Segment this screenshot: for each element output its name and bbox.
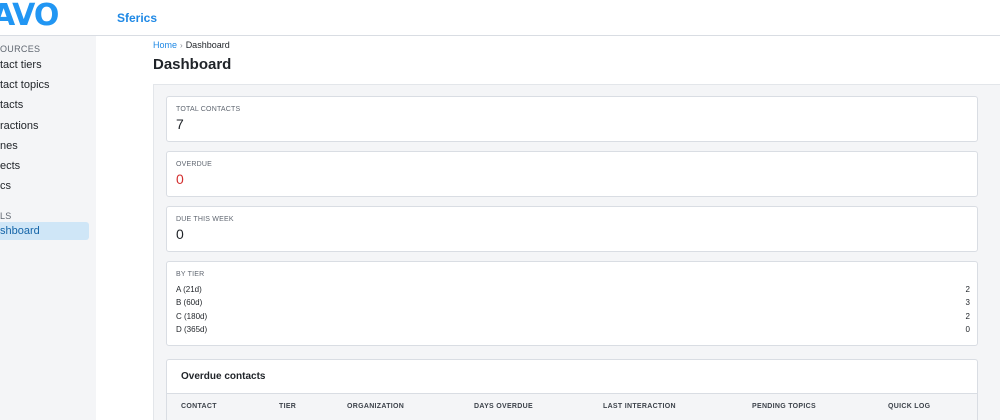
- tier-name: A (21d): [176, 285, 202, 294]
- sidebar-item-cs[interactable]: cs: [0, 177, 89, 195]
- tier-count: 0: [965, 325, 970, 334]
- top-bar: AVO Sferics: [0, 0, 1000, 36]
- tier-count: 2: [965, 285, 970, 294]
- tier-row: A (21d) 2: [176, 285, 970, 298]
- by-tier-label: BY TIER: [176, 271, 205, 278]
- column-header-quick-log[interactable]: QUICK LOG: [888, 403, 930, 410]
- sidebar: OURCES tact tiers tact topics tacts ract…: [0, 36, 96, 420]
- column-header-tier[interactable]: TIER: [279, 403, 296, 410]
- column-header-contact[interactable]: CONTACT: [181, 403, 217, 410]
- breadcrumb-chevron-icon: ›: [180, 41, 183, 50]
- app-logo[interactable]: AVO: [0, 0, 59, 36]
- overdue-contacts-card: Overdue contacts CONTACT TIER ORGANIZATI…: [166, 359, 978, 420]
- overdue-label: OVERDUE: [176, 161, 213, 168]
- sidebar-item-contact-tiers[interactable]: tact tiers: [0, 56, 89, 74]
- tier-name: B (60d): [176, 298, 203, 307]
- overdue-value: 0: [176, 171, 184, 187]
- sidebar-heading-resources: OURCES: [0, 44, 41, 54]
- overdue-card: OVERDUE 0: [166, 151, 978, 197]
- sidebar-item-dashboard[interactable]: shboard: [0, 222, 89, 240]
- page-title: Dashboard: [153, 56, 232, 73]
- total-contacts-value: 7: [176, 116, 184, 132]
- breadcrumb-home-link[interactable]: Home: [153, 40, 177, 50]
- breadcrumb: Home › Dashboard: [153, 40, 230, 50]
- sidebar-heading-tools: LS: [0, 211, 12, 221]
- due-this-week-card: DUE THIS WEEK 0: [166, 206, 978, 252]
- app-name-link[interactable]: Sferics: [117, 11, 157, 25]
- tier-row: B (60d) 3: [176, 298, 970, 311]
- sidebar-item-interactions[interactable]: ractions: [0, 117, 89, 135]
- column-header-pending-topics[interactable]: PENDING TOPICS: [752, 403, 816, 410]
- tier-count: 3: [965, 298, 970, 307]
- tier-name: D (365d): [176, 325, 208, 334]
- due-this-week-value: 0: [176, 226, 184, 242]
- total-contacts-label: TOTAL CONTACTS: [176, 106, 241, 113]
- due-this-week-label: DUE THIS WEEK: [176, 216, 234, 223]
- tier-name: C (180d): [176, 312, 208, 321]
- column-header-organization[interactable]: ORGANIZATION: [347, 403, 404, 410]
- tier-row: D (365d) 0: [176, 325, 970, 338]
- table-header: CONTACT TIER ORGANIZATION DAYS OVERDUE L…: [167, 393, 977, 420]
- sidebar-item-contact-topics[interactable]: tact topics: [0, 76, 89, 94]
- column-header-last-interaction[interactable]: LAST INTERACTION: [603, 403, 676, 410]
- tier-row: C (180d) 2: [176, 312, 970, 325]
- total-contacts-card: TOTAL CONTACTS 7: [166, 96, 978, 142]
- overdue-contacts-title: Overdue contacts: [181, 371, 266, 382]
- by-tier-card: BY TIER A (21d) 2 B (60d) 3 C (180d) 2 D…: [166, 261, 978, 346]
- sidebar-item-contacts[interactable]: tacts: [0, 96, 89, 114]
- column-header-days-overdue[interactable]: DAYS OVERDUE: [474, 403, 533, 410]
- sidebar-item-nes[interactable]: nes: [0, 137, 89, 155]
- sidebar-item-ects[interactable]: ects: [0, 157, 89, 175]
- tier-count: 2: [965, 312, 970, 321]
- breadcrumb-current: Dashboard: [185, 40, 230, 50]
